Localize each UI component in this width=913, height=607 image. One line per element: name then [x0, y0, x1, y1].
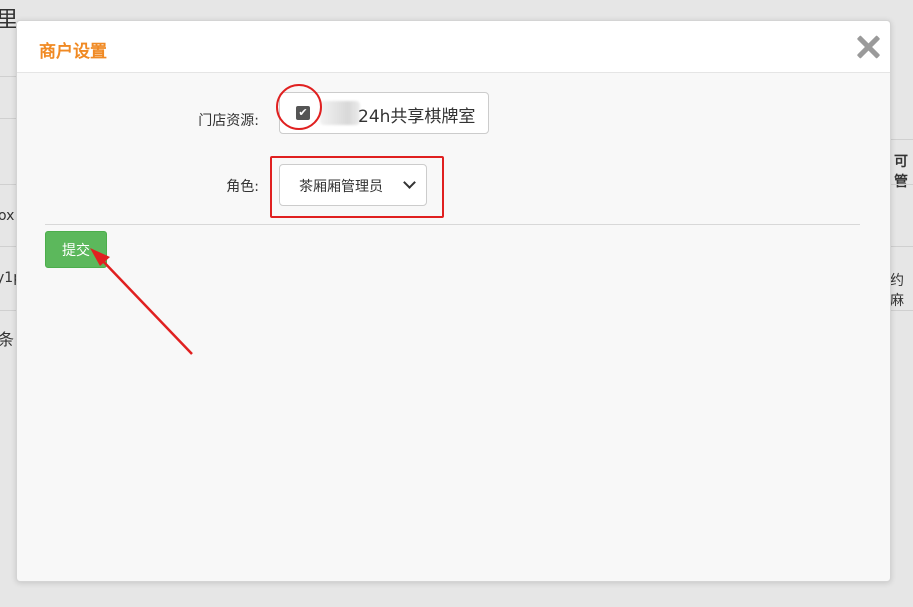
annotation-arrow: [90, 248, 193, 355]
